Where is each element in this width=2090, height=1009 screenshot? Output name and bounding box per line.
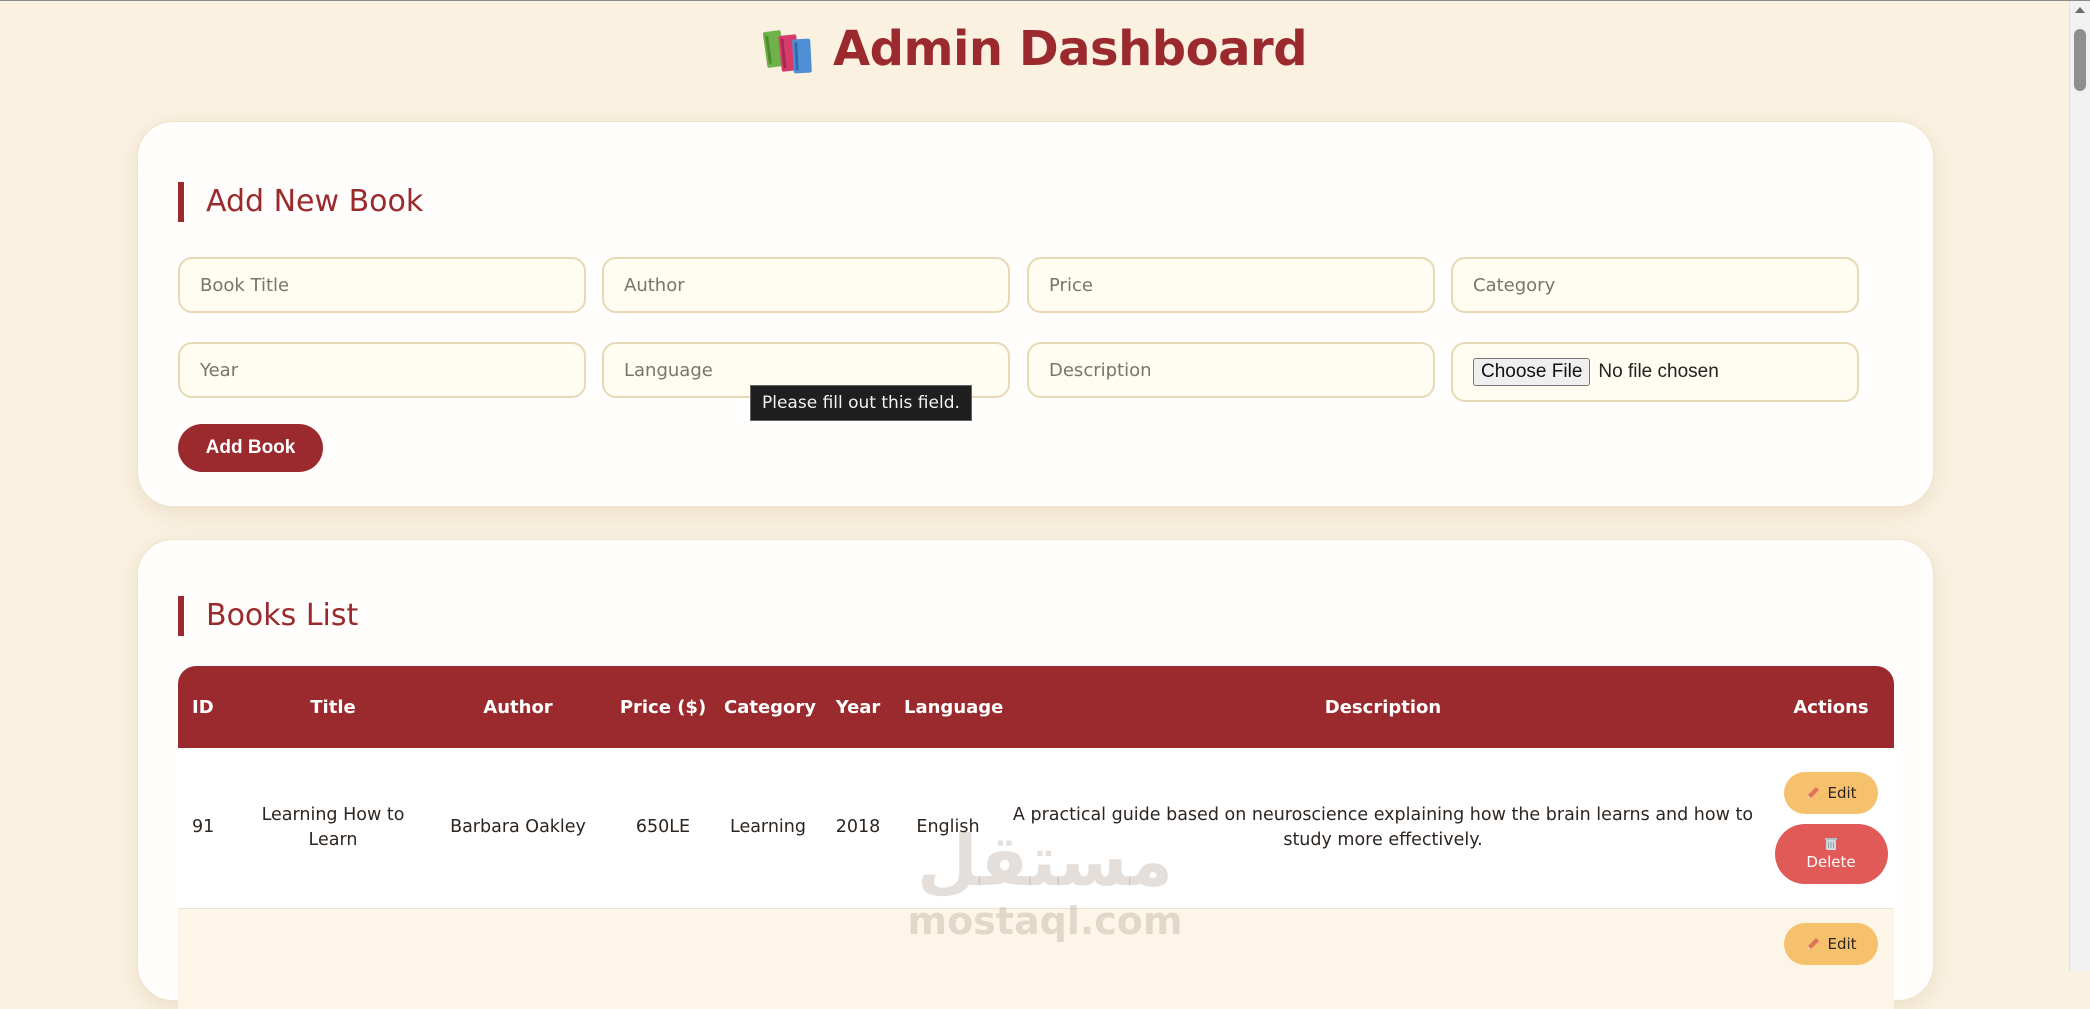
wastebasket-icon <box>1825 837 1837 850</box>
add-book-heading: Add New Book <box>178 182 423 222</box>
add-book-button[interactable]: Add Book <box>178 424 323 472</box>
column-header-author: Author <box>483 696 553 718</box>
table-row: Edit <box>178 908 1894 1009</box>
column-header-language: Language <box>904 696 1004 718</box>
edit-button-label: Edit <box>1827 783 1857 802</box>
price-input[interactable] <box>1027 257 1435 313</box>
edit-button-label: Edit <box>1827 934 1857 953</box>
page-title: Admin Dashboard <box>832 21 1308 77</box>
vertical-scrollbar[interactable] <box>2069 1 2090 971</box>
cell-description: A practical guide based on neuroscience … <box>1012 804 1754 850</box>
cell-title: Learning How to Learn <box>261 804 405 850</box>
books-icon <box>762 30 812 74</box>
year-input[interactable] <box>178 342 586 398</box>
cell-actions: Edit <box>1768 748 1894 908</box>
pencil-icon <box>1807 937 1820 950</box>
cell-actions: Edit <box>1768 908 1894 1009</box>
pencil-icon <box>1807 786 1820 799</box>
scrollbar-thumb[interactable] <box>2074 29 2086 91</box>
column-header-id: ID <box>192 696 214 718</box>
edit-button[interactable]: Edit <box>1784 922 1878 965</box>
table-header-row: ID Title Author Price ($) Category Year … <box>178 666 1894 748</box>
cell-author: Barbara Oakley <box>450 817 586 838</box>
table-row-partial <box>178 908 1768 1009</box>
page-header: Admin Dashboard <box>0 21 2070 77</box>
column-header-year: Year <box>835 696 881 718</box>
book-title-input[interactable] <box>178 257 586 313</box>
books-list-heading: Books List <box>178 596 358 636</box>
delete-button[interactable]: Delete <box>1774 823 1888 884</box>
edit-button[interactable]: Edit <box>1784 771 1878 814</box>
books-list-card: Books List ID Title Author Price ($) Cat… <box>137 539 1934 1009</box>
author-input[interactable] <box>602 257 1010 313</box>
cell-category: Learning <box>730 817 806 838</box>
table-row: 91 Learning How to Learn Barbara Oakley … <box>178 748 1894 908</box>
file-status-text: No file chosen <box>1598 361 1719 382</box>
page: Admin Dashboard Add New Book Choose File… <box>0 1 2070 1009</box>
cell-year: 2018 <box>835 817 881 838</box>
column-header-description: Description <box>1324 696 1442 718</box>
delete-button-label: Delete <box>1806 852 1856 871</box>
cell-price: 650LE <box>635 817 691 838</box>
add-book-card: Add New Book Choose File No file chosen … <box>137 121 1934 507</box>
choose-file-button[interactable]: Choose File <box>1473 358 1591 386</box>
scroll-up-arrow-icon[interactable] <box>2075 7 2085 13</box>
validation-tooltip: Please fill out this field. <box>750 385 972 421</box>
cell-id: 91 <box>192 817 215 838</box>
column-header-title: Title <box>310 696 356 718</box>
column-header-category: Category <box>724 696 817 718</box>
books-table: ID Title Author Price ($) Category Year … <box>178 666 1894 1009</box>
category-input[interactable] <box>1451 257 1859 313</box>
description-input[interactable] <box>1027 342 1435 398</box>
cover-file-input[interactable]: Choose File No file chosen <box>1451 342 1859 402</box>
cell-language: English <box>916 817 980 838</box>
column-header-actions: Actions <box>1793 696 1869 718</box>
column-header-price: Price ($) <box>619 696 707 718</box>
